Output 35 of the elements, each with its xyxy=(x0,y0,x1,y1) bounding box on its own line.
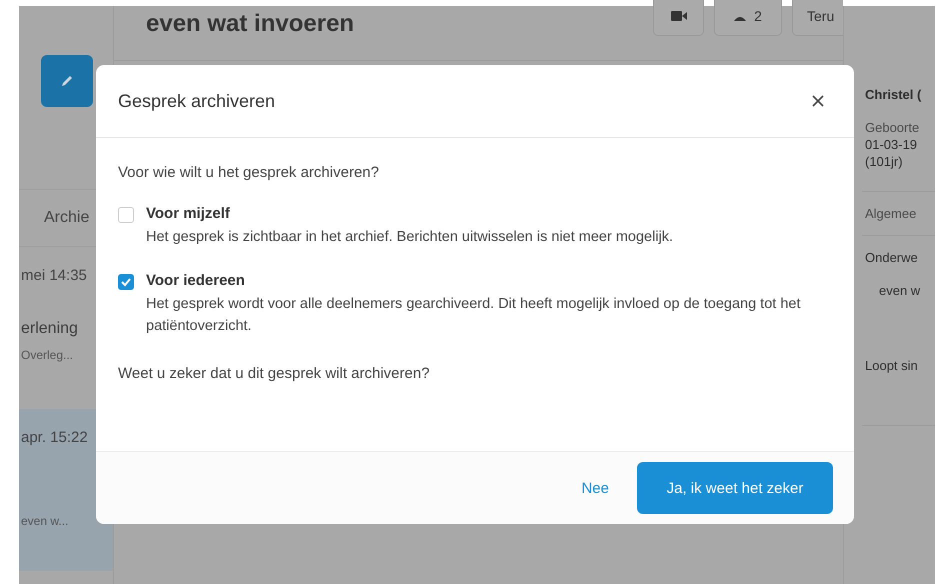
confirm-button[interactable]: Ja, ik weet het zeker xyxy=(637,462,833,514)
video-button[interactable] xyxy=(653,0,704,36)
subject-value: even w xyxy=(878,283,922,298)
conversation-preview: Overleg... xyxy=(21,348,74,362)
confirm-question: Weet u zeker dat u dit gesprek wilt archiveren? xyxy=(118,365,431,382)
checkbox[interactable] xyxy=(118,207,134,223)
birth-label: Geboorte xyxy=(864,120,920,135)
participants-button[interactable]: 2 xyxy=(714,0,782,36)
archive-tab[interactable]: Archie xyxy=(44,209,90,227)
close-button[interactable] xyxy=(810,93,826,109)
dialog-title: Gesprek archiveren xyxy=(118,90,276,112)
back-button[interactable]: Teru xyxy=(792,0,843,36)
pencil-icon xyxy=(59,73,75,89)
checkbox[interactable] xyxy=(118,274,134,290)
option-description: Het gesprek wordt voor alle deelnemers gearchiveerd. Dit heeft mogelijk invloed op de toegang tot het patiëntoverzicht. xyxy=(146,295,802,336)
page-title: even wat invoeren xyxy=(146,10,354,38)
cancel-button[interactable]: Nee xyxy=(573,472,617,504)
subject-label: Onderwe xyxy=(865,250,919,265)
conversation-title: erlening xyxy=(21,320,79,338)
conversation-preview: even w... xyxy=(21,514,70,528)
edit-button[interactable] xyxy=(41,55,93,107)
section-label[interactable]: Algemee xyxy=(865,206,916,221)
video-icon xyxy=(670,11,686,21)
check-icon xyxy=(120,276,132,288)
conversation-time: apr. 15:22 xyxy=(21,429,89,446)
close-icon xyxy=(812,95,824,107)
conversation-time: mei 14:35 xyxy=(21,267,88,284)
birth-date: 01-03-19 xyxy=(864,137,918,152)
option-description: Het gesprek is zichtbaar in het archief. Berichten uitwisselen is niet meer mogelijk. xyxy=(146,228,674,247)
patient-age: (101jr) xyxy=(864,154,904,169)
option-label: Voor iedereen xyxy=(146,272,246,289)
question-text: Voor wie wilt u het gesprek archiveren? xyxy=(118,164,380,181)
status-text: Loopt sin xyxy=(865,358,919,373)
patient-name: Christel ( xyxy=(864,87,922,102)
option-label: Voor mijzelf xyxy=(146,205,231,222)
